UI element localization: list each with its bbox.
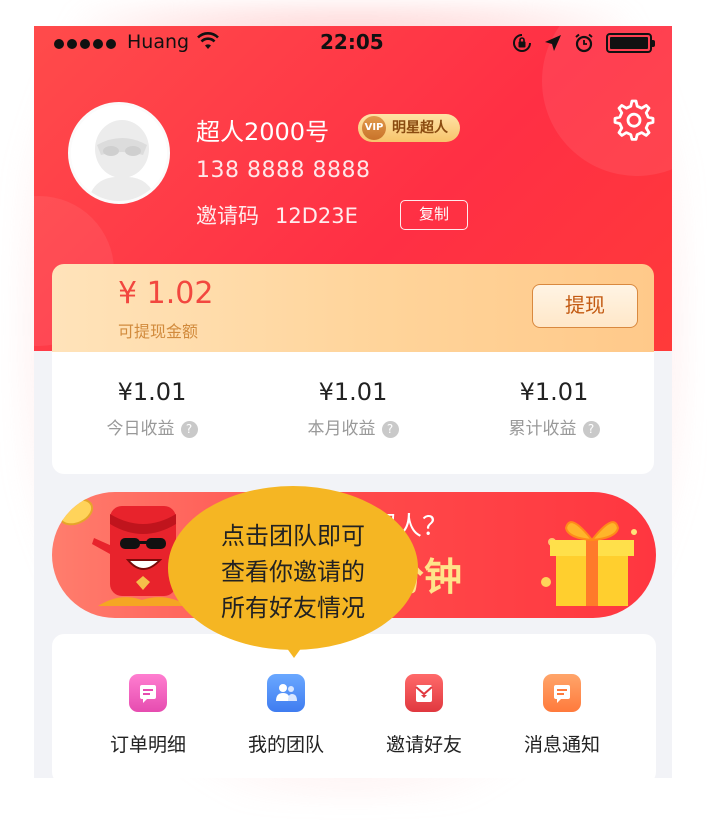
vip-icon: VIP xyxy=(362,116,386,140)
message-icon xyxy=(543,674,581,712)
help-icon[interactable]: ? xyxy=(381,421,399,438)
wifi-icon xyxy=(197,32,219,49)
menu-item-invite[interactable]: 邀请好友 xyxy=(354,674,494,757)
username: 超人2000号 xyxy=(196,118,330,146)
earnings-stats: ¥1.01 今日收益? ¥1.01 本月收益? ¥1.01 累计收益? xyxy=(52,352,654,474)
rotation-lock-icon xyxy=(513,34,531,52)
tooltip-text: 点击团队即可 查看你邀请的 所有好友情况 xyxy=(168,518,418,626)
avatar[interactable] xyxy=(68,102,170,204)
vip-badge: VIP 明星超人 xyxy=(358,114,460,142)
menu-item-team[interactable]: 我的团队 xyxy=(216,674,356,757)
withdraw-button[interactable]: 提现 xyxy=(532,284,638,328)
help-icon[interactable]: ? xyxy=(582,421,600,438)
invite-icon xyxy=(405,674,443,712)
gift-icon xyxy=(541,521,637,606)
menu-label: 我的团队 xyxy=(247,734,324,756)
clock: 22:05 xyxy=(320,30,384,54)
signal-strength-icon xyxy=(54,39,116,49)
tooltip-pointer xyxy=(278,636,310,658)
stat-label: 今日收益 xyxy=(106,419,175,439)
withdraw-card: ¥ 1.02 可提现金额 提现 xyxy=(52,264,654,352)
tooltip-line: 查看你邀请的 xyxy=(221,558,365,586)
phone-number: 138 8888 8888 xyxy=(196,158,371,183)
gear-icon[interactable] xyxy=(612,98,656,142)
menu-item-orders[interactable]: 订单明细 xyxy=(78,674,218,757)
invite-code-label: 邀请码 xyxy=(196,204,259,228)
order-icon xyxy=(129,674,167,712)
menu-label: 邀请好友 xyxy=(385,734,462,756)
withdrawable-label: 可提现金额 xyxy=(118,322,199,341)
help-icon[interactable]: ? xyxy=(180,421,198,438)
menu-label: 订单明细 xyxy=(109,734,186,756)
stat-label: 累计收益 xyxy=(508,419,577,439)
stat-value: ¥1.01 xyxy=(117,378,187,406)
phone-screen: Huang 22:05 超人2000号 VIP 明星超人 138 8888 88… xyxy=(34,26,672,778)
stat-month: ¥1.01 本月收益? xyxy=(253,378,453,439)
status-bar: Huang 22:05 xyxy=(34,26,672,62)
stat-label: 本月收益 xyxy=(307,419,376,439)
stat-today: ¥1.01 今日收益? xyxy=(52,378,252,439)
battery-icon xyxy=(606,33,655,53)
stat-value: ¥1.01 xyxy=(519,378,589,406)
menu-item-messages[interactable]: 消息通知 xyxy=(492,674,632,757)
invite-code-value: 12D23E xyxy=(275,204,358,228)
team-tooltip: 点击团队即可 查看你邀请的 所有好友情况 xyxy=(168,486,418,660)
tooltip-line: 所有好友情况 xyxy=(221,594,365,622)
menu-label: 消息通知 xyxy=(523,734,600,756)
team-icon xyxy=(267,674,305,712)
copy-button[interactable]: 复制 xyxy=(400,200,468,230)
carrier-name: Huang xyxy=(127,31,190,53)
vip-badge-label: 明星超人 xyxy=(392,120,448,136)
tooltip-line: 点击团队即可 xyxy=(221,522,365,550)
stat-value: ¥1.01 xyxy=(318,378,388,406)
withdrawable-amount: ¥ 1.02 xyxy=(118,276,214,311)
location-icon xyxy=(545,35,561,51)
alarm-icon xyxy=(575,33,593,53)
invite-code-row: 邀请码 12D23E xyxy=(196,200,358,230)
stat-total: ¥1.01 累计收益? xyxy=(454,378,654,439)
